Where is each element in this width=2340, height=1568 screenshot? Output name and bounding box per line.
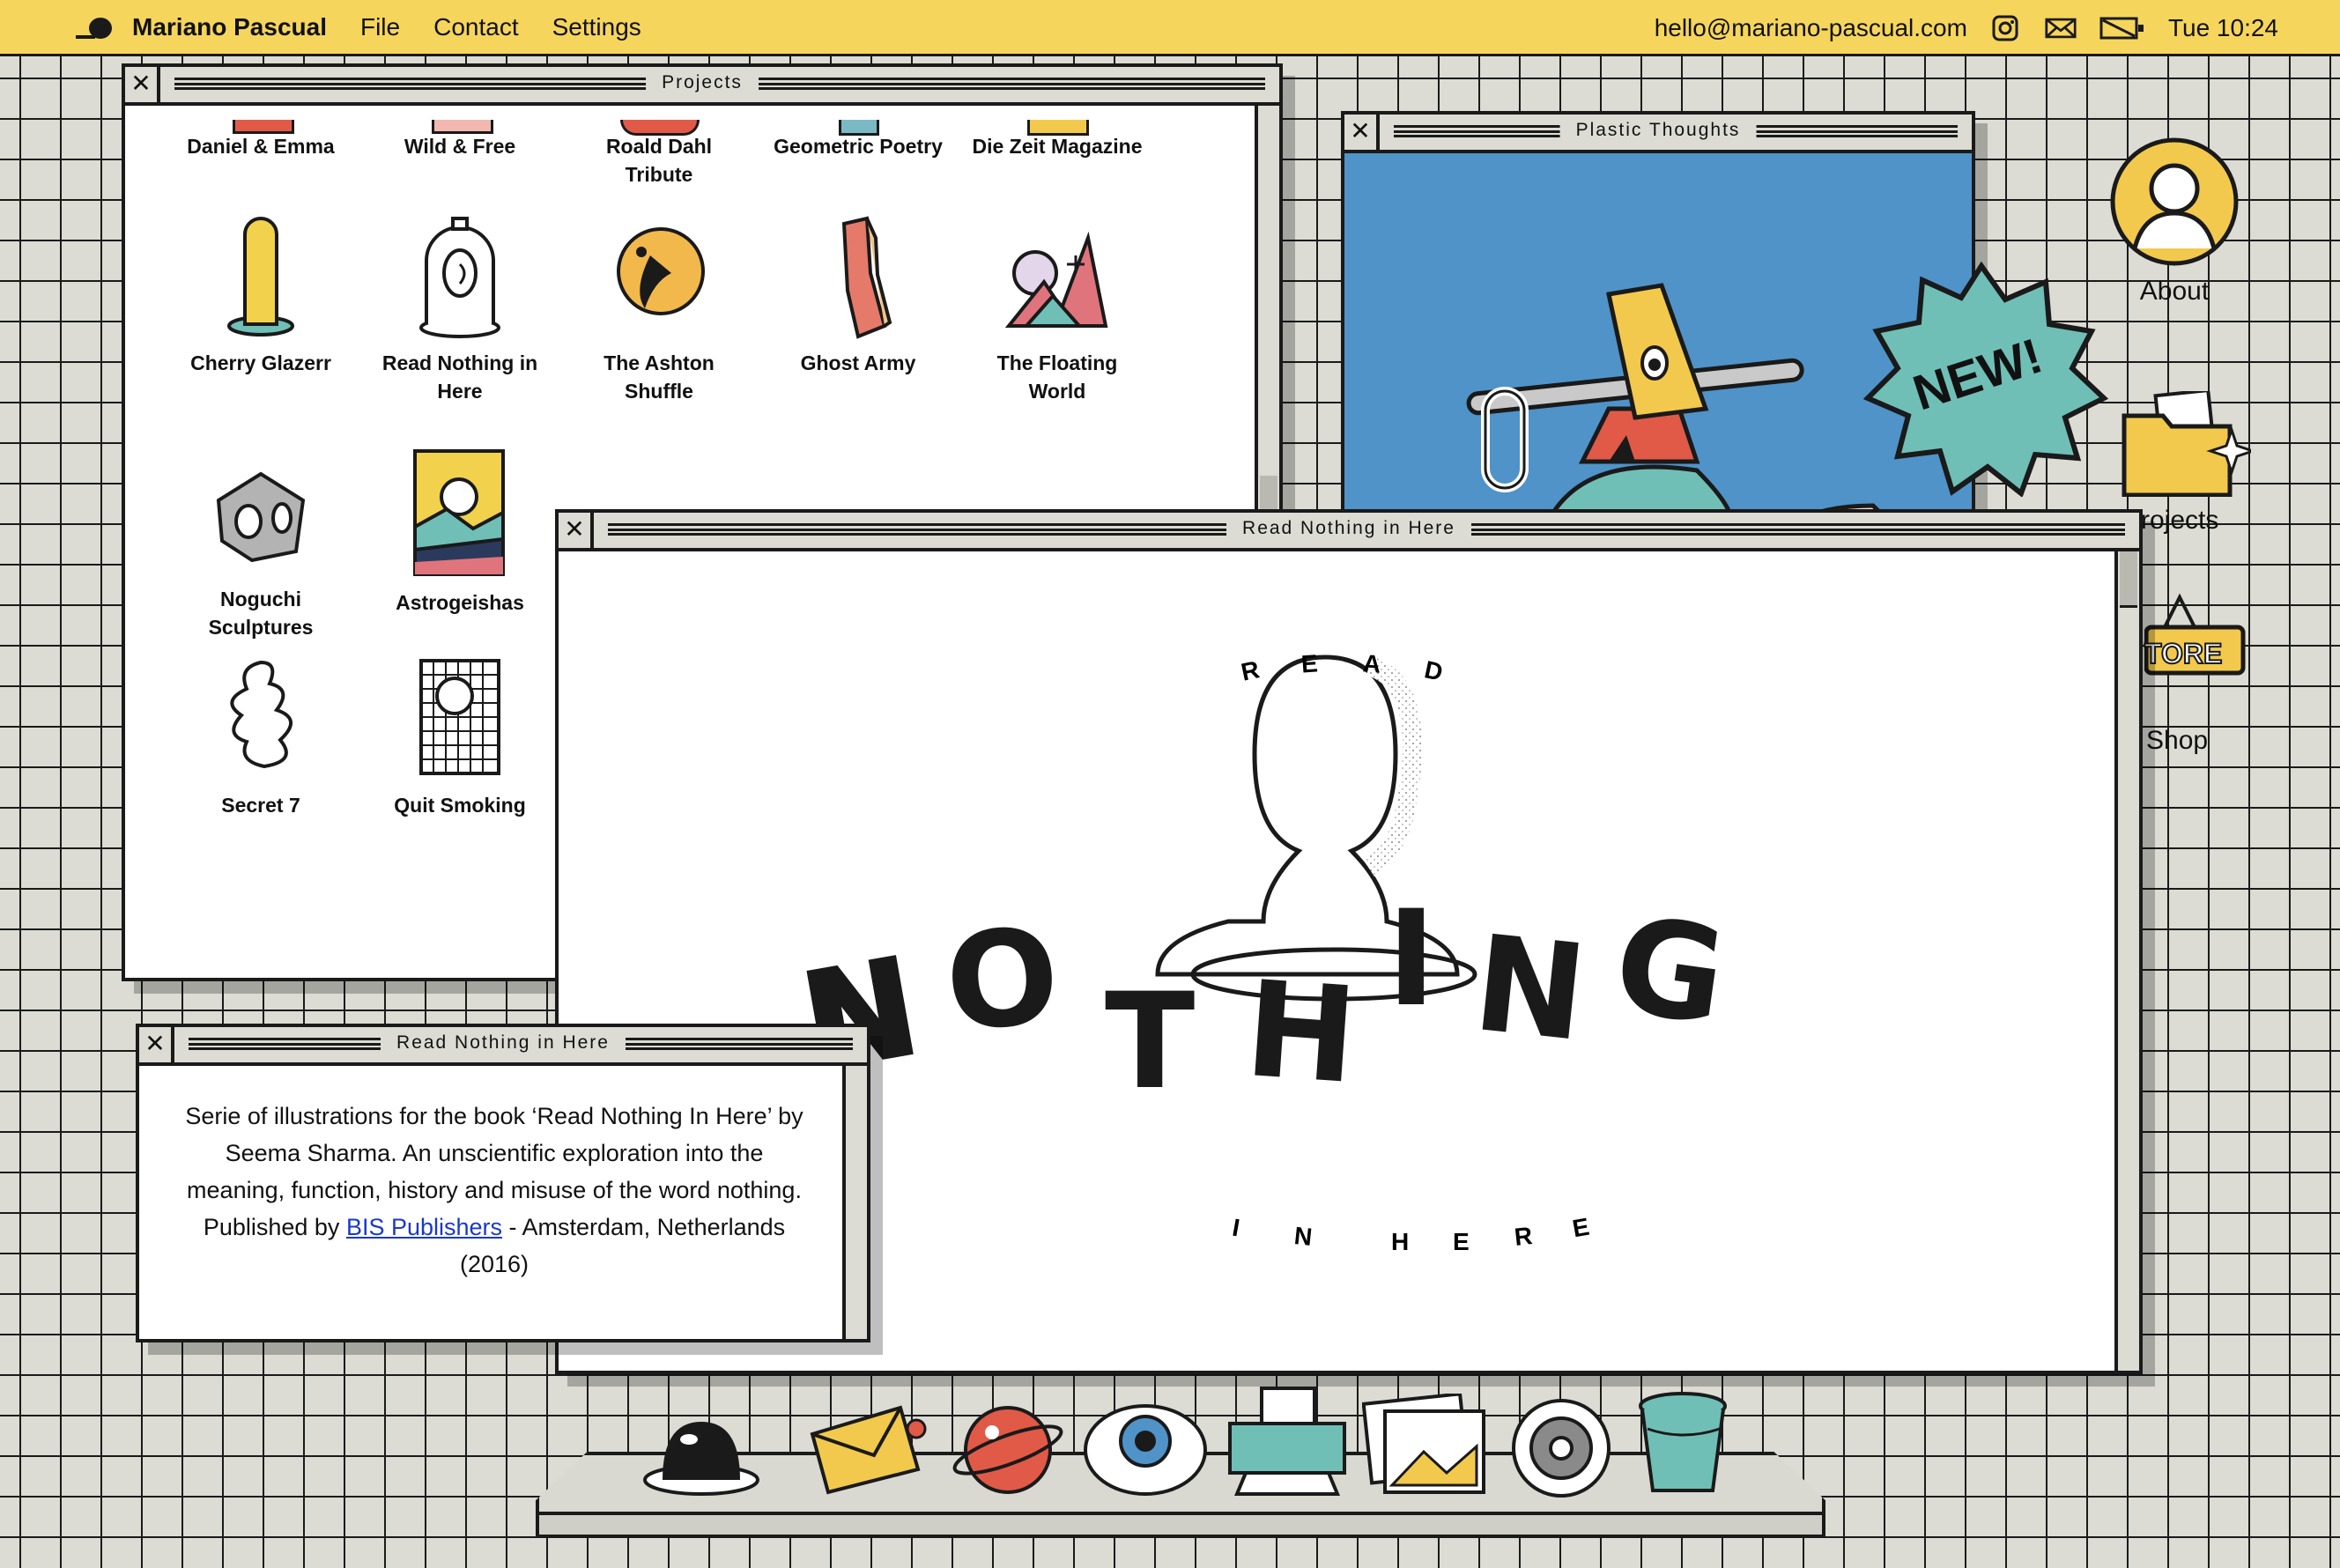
- scrollbar[interactable]: [2114, 551, 2139, 1371]
- desktop-icon-label: Shop: [2146, 726, 2209, 755]
- clock: Tue 10:24: [2167, 14, 2278, 41]
- desktop-icon-label: rojects: [2141, 506, 2219, 535]
- project-thumb: [841, 216, 892, 339]
- photos-icon[interactable]: [1362, 1394, 1494, 1499]
- menu-contact[interactable]: Contact: [433, 13, 519, 41]
- project-floating-world[interactable]: The Floating World: [959, 211, 1156, 405]
- project-noguchi[interactable]: Noguchi Sculptures: [162, 447, 359, 641]
- menu-settings[interactable]: Settings: [552, 13, 641, 41]
- project-thumb: [432, 120, 493, 134]
- trash-icon[interactable]: [1635, 1385, 1732, 1499]
- titlebar[interactable]: ✕ Projects: [125, 67, 1279, 106]
- project-thumb: [1027, 120, 1089, 136]
- project-wild-free[interactable]: Wild & Free: [361, 120, 559, 160]
- logo-icon[interactable]: [74, 16, 115, 41]
- titlebar[interactable]: ✕ Read Nothing in Here: [139, 1027, 867, 1066]
- folder-icon: [2122, 388, 2257, 498]
- project-geometric-poetry[interactable]: Geometric Poetry: [759, 120, 957, 160]
- project-thumb: [620, 120, 700, 136]
- printer-icon[interactable]: [1223, 1385, 1351, 1499]
- close-button[interactable]: ✕: [559, 513, 594, 548]
- desktop-icon-label: About: [2139, 277, 2210, 306]
- scroll-thumb[interactable]: [2120, 551, 2137, 608]
- slash-icon[interactable]: [2099, 15, 2145, 41]
- window-title: Plastic Thoughts: [1559, 120, 1757, 141]
- project-secret-7[interactable]: Secret 7: [162, 654, 359, 819]
- desktop-icon-about[interactable]: About: [2104, 136, 2245, 307]
- instagram-icon[interactable]: [1990, 15, 2022, 41]
- project-daniel-emma[interactable]: Daniel & Emma: [162, 120, 359, 160]
- project-thumb: [230, 660, 292, 769]
- menubar: Mariano Pascual File Contact Settings he…: [0, 0, 2340, 56]
- window-title: Read Nothing in Here: [381, 1032, 626, 1054]
- close-button[interactable]: ✕: [125, 67, 160, 102]
- gear-icon[interactable]: [1508, 1395, 1614, 1501]
- hole-icon[interactable]: [640, 1416, 763, 1498]
- site-owner[interactable]: Mariano Pascual: [132, 13, 327, 41]
- project-description: Serie of illustrations for the book ‘Rea…: [185, 1103, 803, 1277]
- dock-front: [536, 1512, 1825, 1538]
- project-thumb: [413, 449, 505, 576]
- email-link[interactable]: hello@mariano-pascual.com: [1655, 14, 1967, 42]
- project-thumb: [1004, 231, 1108, 328]
- mail-icon[interactable]: [803, 1399, 936, 1496]
- titlebar[interactable]: ✕ Read Nothing in Here: [559, 513, 2139, 551]
- store-sign-text: TORE: [2144, 637, 2223, 670]
- project-thumb: [839, 120, 879, 136]
- project-read-nothing[interactable]: Read Nothing in Here: [361, 211, 559, 405]
- project-description-window[interactable]: ✕ Read Nothing in Here Serie of illustra…: [136, 1024, 870, 1342]
- project-quit-smoking[interactable]: Quit Smoking: [361, 654, 559, 819]
- project-thumb: [216, 471, 306, 563]
- desktop-icon-shop[interactable]: TORE Shop: [2137, 588, 2261, 755]
- project-thumb: [419, 217, 500, 338]
- user-avatar-icon: [2110, 137, 2239, 266]
- project-thumb: [617, 227, 705, 315]
- project-die-zeit[interactable]: Die Zeit Magazine: [959, 120, 1156, 160]
- planet-icon[interactable]: [952, 1395, 1066, 1501]
- project-thumb: [419, 659, 500, 775]
- project-thumb: [233, 120, 294, 134]
- project-roald-dahl[interactable]: Roald Dahl Tribute: [560, 120, 758, 189]
- desktop-icon-projects[interactable]: rojects: [2114, 388, 2257, 535]
- eye-icon[interactable]: [1082, 1401, 1211, 1498]
- project-astrogeishas[interactable]: Astrogeishas: [361, 447, 559, 617]
- project-ghost-army[interactable]: Ghost Army: [759, 211, 957, 377]
- art-word-nothing: N O T H I N G: [790, 883, 1735, 1119]
- close-button[interactable]: ✕: [139, 1027, 174, 1062]
- window-title: Projects: [646, 72, 759, 93]
- project-ashton-shuffle[interactable]: The Ashton Shuffle: [560, 211, 758, 405]
- close-button[interactable]: ✕: [1344, 115, 1380, 150]
- new-badge[interactable]: NEW!: [1854, 261, 2109, 498]
- scrollbar[interactable]: [842, 1066, 867, 1339]
- project-thumb: [227, 217, 294, 337]
- publisher-link[interactable]: BIS Publishers: [346, 1214, 502, 1240]
- window-title: Read Nothing in Here: [1226, 518, 1471, 539]
- menu-file[interactable]: File: [360, 13, 400, 41]
- project-cherry-glazerr[interactable]: Cherry Glazerr: [162, 211, 359, 377]
- mail-icon[interactable]: [2045, 15, 2077, 41]
- titlebar[interactable]: ✕ Plastic Thoughts: [1344, 115, 1972, 153]
